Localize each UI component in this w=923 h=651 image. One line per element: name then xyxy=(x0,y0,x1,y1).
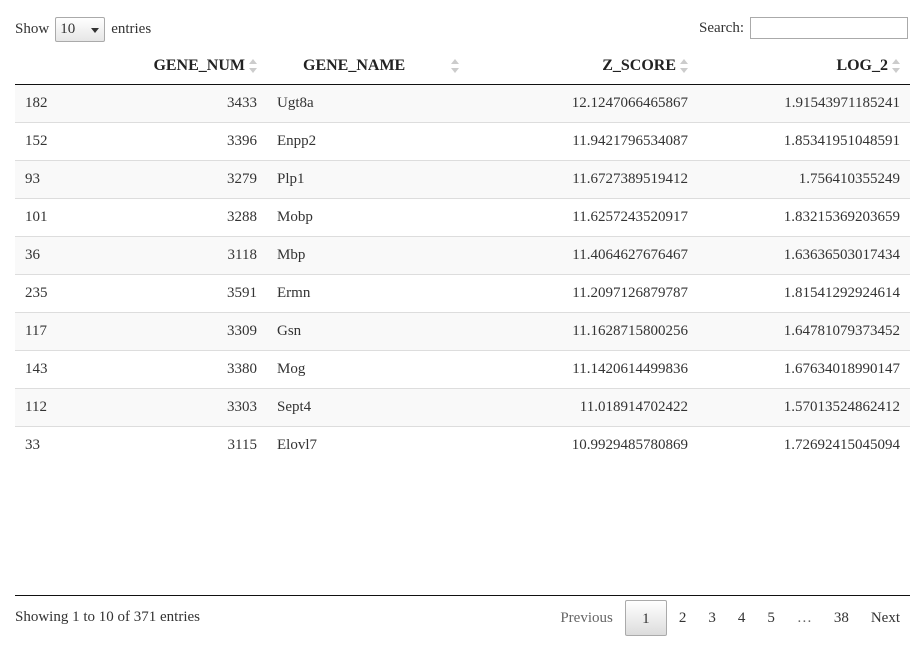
cell-gene-name: Ermn xyxy=(267,274,477,313)
cell-index: 93 xyxy=(15,160,95,199)
table-row[interactable]: 112 3303 Sept4 11.018914702422 1.57013524862… xyxy=(15,388,910,427)
cell-gene-num: 3279 xyxy=(95,160,267,199)
cell-gene-name: Gsn xyxy=(267,312,477,351)
column-header-label: Z_SCORE xyxy=(602,56,676,74)
table-row[interactable]: 143 3380 Mog 11.1420614499836 1.676340189901… xyxy=(15,350,910,389)
cell-gene-num: 3115 xyxy=(95,426,267,464)
cell-gene-name: Ugt8a xyxy=(267,84,477,123)
cell-log-2: 1.83215369203659 xyxy=(698,198,910,237)
column-header-gene-num[interactable]: GENE_NUM xyxy=(95,47,267,85)
cell-gene-num: 3288 xyxy=(95,198,267,237)
table-row[interactable]: 36 3118 Mbp 11.4064627676467 1.6363650301743… xyxy=(15,236,910,275)
cell-gene-num: 3309 xyxy=(95,312,267,351)
chevron-down-icon xyxy=(91,28,100,33)
cell-z-score: 10.9929485780869 xyxy=(477,426,698,464)
cell-gene-name: Plp1 xyxy=(267,160,477,199)
cell-log-2: 1.64781079373452 xyxy=(698,312,910,351)
table-row[interactable]: 152 3396 Enpp2 11.9421796534087 1.8534195104… xyxy=(15,122,910,161)
page-button-5[interactable]: 5 xyxy=(757,600,785,636)
cell-index: 117 xyxy=(15,312,95,351)
table-info: Showing 1 to 10 of 371 entries xyxy=(15,609,200,625)
sort-icon xyxy=(680,58,688,73)
cell-gene-name: Mobp xyxy=(267,198,477,237)
cell-gene-num: 3591 xyxy=(95,274,267,313)
table-row[interactable]: 235 3591 Ermn 11.2097126879787 1.81541292924… xyxy=(15,274,910,313)
table-row[interactable]: 93 3279 Plp1 11.6727389519412 1.756410355249 xyxy=(15,160,910,199)
pagination: Previous 1 2 3 4 5 … 38 Next xyxy=(548,600,910,636)
page-button-2[interactable]: 2 xyxy=(669,600,697,636)
table-row[interactable]: 182 3433 Ugt8a 12.1247066465867 1.9154397118… xyxy=(15,84,910,123)
table-row[interactable]: 33 3115 Elovl7 10.9929485780869 1.7269241504… xyxy=(15,426,910,464)
cell-gene-num: 3396 xyxy=(95,122,267,161)
cell-gene-name: Mbp xyxy=(267,236,477,275)
cell-z-score: 12.1247066465867 xyxy=(477,84,698,123)
table-row[interactable]: 117 3309 Gsn 11.1628715800256 1.647810793734… xyxy=(15,312,910,351)
sort-icon xyxy=(249,58,257,73)
cell-log-2: 1.756410355249 xyxy=(698,160,910,199)
search-control: Search: xyxy=(699,17,908,39)
cell-index: 112 xyxy=(15,388,95,427)
page-button-4[interactable]: 4 xyxy=(728,600,756,636)
cell-gene-name: Sept4 xyxy=(267,388,477,427)
next-button[interactable]: Next xyxy=(861,600,910,636)
table-body: 182 3433 Ugt8a 12.1247066465867 1.9154397118… xyxy=(15,84,910,464)
page-button-38[interactable]: 38 xyxy=(824,600,859,636)
cell-z-score: 11.018914702422 xyxy=(477,388,698,427)
entries-label: entries xyxy=(111,21,152,37)
genes-table: GENE_NUM GENE_NAME Z_SCORE LOG_2 182 3433… xyxy=(15,47,910,464)
cell-z-score: 11.6727389519412 xyxy=(477,160,698,199)
cell-log-2: 1.57013524862412 xyxy=(698,388,910,427)
page-button-3[interactable]: 3 xyxy=(698,600,726,636)
cell-gene-num: 3380 xyxy=(95,350,267,389)
show-label: Show xyxy=(15,21,50,37)
page-button-1[interactable]: 1 xyxy=(624,600,667,636)
cell-gene-num: 3303 xyxy=(95,388,267,427)
cell-log-2: 1.72692415045094 xyxy=(698,426,910,464)
search-input[interactable] xyxy=(750,17,908,39)
page-length-value: 10 xyxy=(60,21,76,37)
search-label: Search: xyxy=(699,19,744,36)
cell-index: 143 xyxy=(15,350,95,389)
cell-z-score: 11.9421796534087 xyxy=(477,122,698,161)
sort-icon xyxy=(892,58,900,73)
cell-log-2: 1.67634018990147 xyxy=(698,350,910,389)
cell-gene-num: 3118 xyxy=(95,236,267,275)
cell-gene-name: Mog xyxy=(267,350,477,389)
column-header-gene-name[interactable]: GENE_NAME xyxy=(267,47,477,85)
table-footer-divider xyxy=(15,595,910,596)
table-controls: Show 10 entries Search: xyxy=(15,17,908,43)
cell-gene-name: Enpp2 xyxy=(267,122,477,161)
column-header-label: GENE_NUM xyxy=(153,56,245,74)
cell-z-score: 11.6257243520917 xyxy=(477,198,698,237)
column-header-z-score[interactable]: Z_SCORE xyxy=(477,47,698,85)
cell-index: 152 xyxy=(15,122,95,161)
table-header-row: GENE_NUM GENE_NAME Z_SCORE LOG_2 xyxy=(15,47,910,85)
cell-gene-num: 3433 xyxy=(95,84,267,123)
cell-z-score: 11.2097126879787 xyxy=(477,274,698,313)
cell-index: 33 xyxy=(15,426,95,464)
cell-z-score: 11.1420614499836 xyxy=(477,350,698,389)
cell-index: 101 xyxy=(15,198,95,237)
column-header-log-2[interactable]: LOG_2 xyxy=(698,47,910,85)
cell-log-2: 1.91543971185241 xyxy=(698,84,910,123)
column-header-index[interactable] xyxy=(15,47,95,85)
cell-log-2: 1.85341951048591 xyxy=(698,122,910,161)
table-row[interactable]: 101 3288 Mobp 11.6257243520917 1.83215369203… xyxy=(15,198,910,237)
cell-index: 36 xyxy=(15,236,95,275)
sort-icon xyxy=(451,59,459,73)
column-header-label: LOG_2 xyxy=(836,56,888,74)
cell-z-score: 11.4064627676467 xyxy=(477,236,698,275)
cell-log-2: 1.63636503017434 xyxy=(698,236,910,275)
column-header-label: GENE_NAME xyxy=(303,56,406,74)
pagination-ellipsis: … xyxy=(796,610,812,626)
previous-button[interactable]: Previous xyxy=(550,600,623,636)
cell-index: 235 xyxy=(15,274,95,313)
page-length-select[interactable]: 10 xyxy=(55,17,106,42)
cell-log-2: 1.81541292924614 xyxy=(698,274,910,313)
cell-z-score: 11.1628715800256 xyxy=(477,312,698,351)
page-length-control: Show 10 entries xyxy=(15,17,151,42)
cell-index: 182 xyxy=(15,84,95,123)
cell-gene-name: Elovl7 xyxy=(267,426,477,464)
